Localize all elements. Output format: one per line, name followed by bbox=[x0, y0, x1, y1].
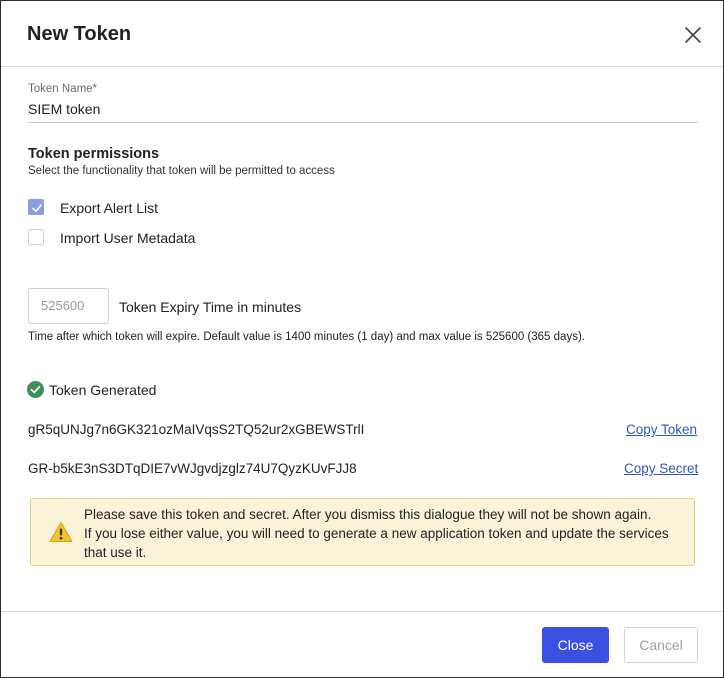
dialog-header: New Token bbox=[1, 1, 723, 67]
token-name-underline bbox=[28, 122, 698, 123]
footer-divider bbox=[1, 611, 723, 612]
export-alert-list-checkbox[interactable] bbox=[28, 199, 44, 215]
expiry-minutes-input[interactable]: 525600 bbox=[28, 288, 109, 324]
new-token-dialog: New Token Token Name* SIEM token Token p… bbox=[0, 0, 724, 678]
token-value: gR5qUNJg7n6GK321ozMaIVqsS2TQ52ur2xGBEWST… bbox=[28, 422, 365, 437]
warning-line-2: If you lose either value, you will need … bbox=[84, 526, 669, 541]
warning-icon bbox=[49, 521, 73, 543]
close-button[interactable]: Close bbox=[542, 627, 609, 663]
dialog-title: New Token bbox=[27, 23, 132, 45]
warning-line-3: that use it. bbox=[84, 545, 147, 560]
token-generated-status: Token Generated bbox=[49, 382, 157, 398]
check-circle-icon bbox=[27, 381, 44, 398]
secret-value: GR-b5kE3nS3DTqDIE7vWJgvdjzglz74U7QyzKUvF… bbox=[28, 461, 357, 476]
expiry-help-text: Time after which token will expire. Defa… bbox=[28, 331, 585, 343]
token-name-label: Token Name* bbox=[28, 83, 98, 95]
import-user-metadata-label[interactable]: Import User Metadata bbox=[60, 230, 195, 246]
export-alert-list-label[interactable]: Export Alert List bbox=[60, 200, 158, 216]
check-icon bbox=[32, 204, 42, 212]
expiry-label: Token Expiry Time in minutes bbox=[119, 299, 302, 315]
cancel-button[interactable]: Cancel bbox=[624, 627, 698, 663]
warning-banner: Please save this token and secret. After… bbox=[30, 498, 695, 566]
warning-line-1: Please save this token and secret. After… bbox=[84, 507, 652, 522]
token-name-input[interactable]: SIEM token bbox=[28, 101, 100, 117]
close-icon[interactable] bbox=[681, 23, 705, 47]
copy-token-link[interactable]: Copy Token bbox=[626, 422, 697, 437]
permissions-title: Token permissions bbox=[28, 146, 160, 162]
import-user-metadata-checkbox[interactable] bbox=[28, 229, 44, 245]
permissions-description: Select the functionality that token will… bbox=[28, 165, 335, 177]
copy-secret-link[interactable]: Copy Secret bbox=[624, 461, 698, 476]
